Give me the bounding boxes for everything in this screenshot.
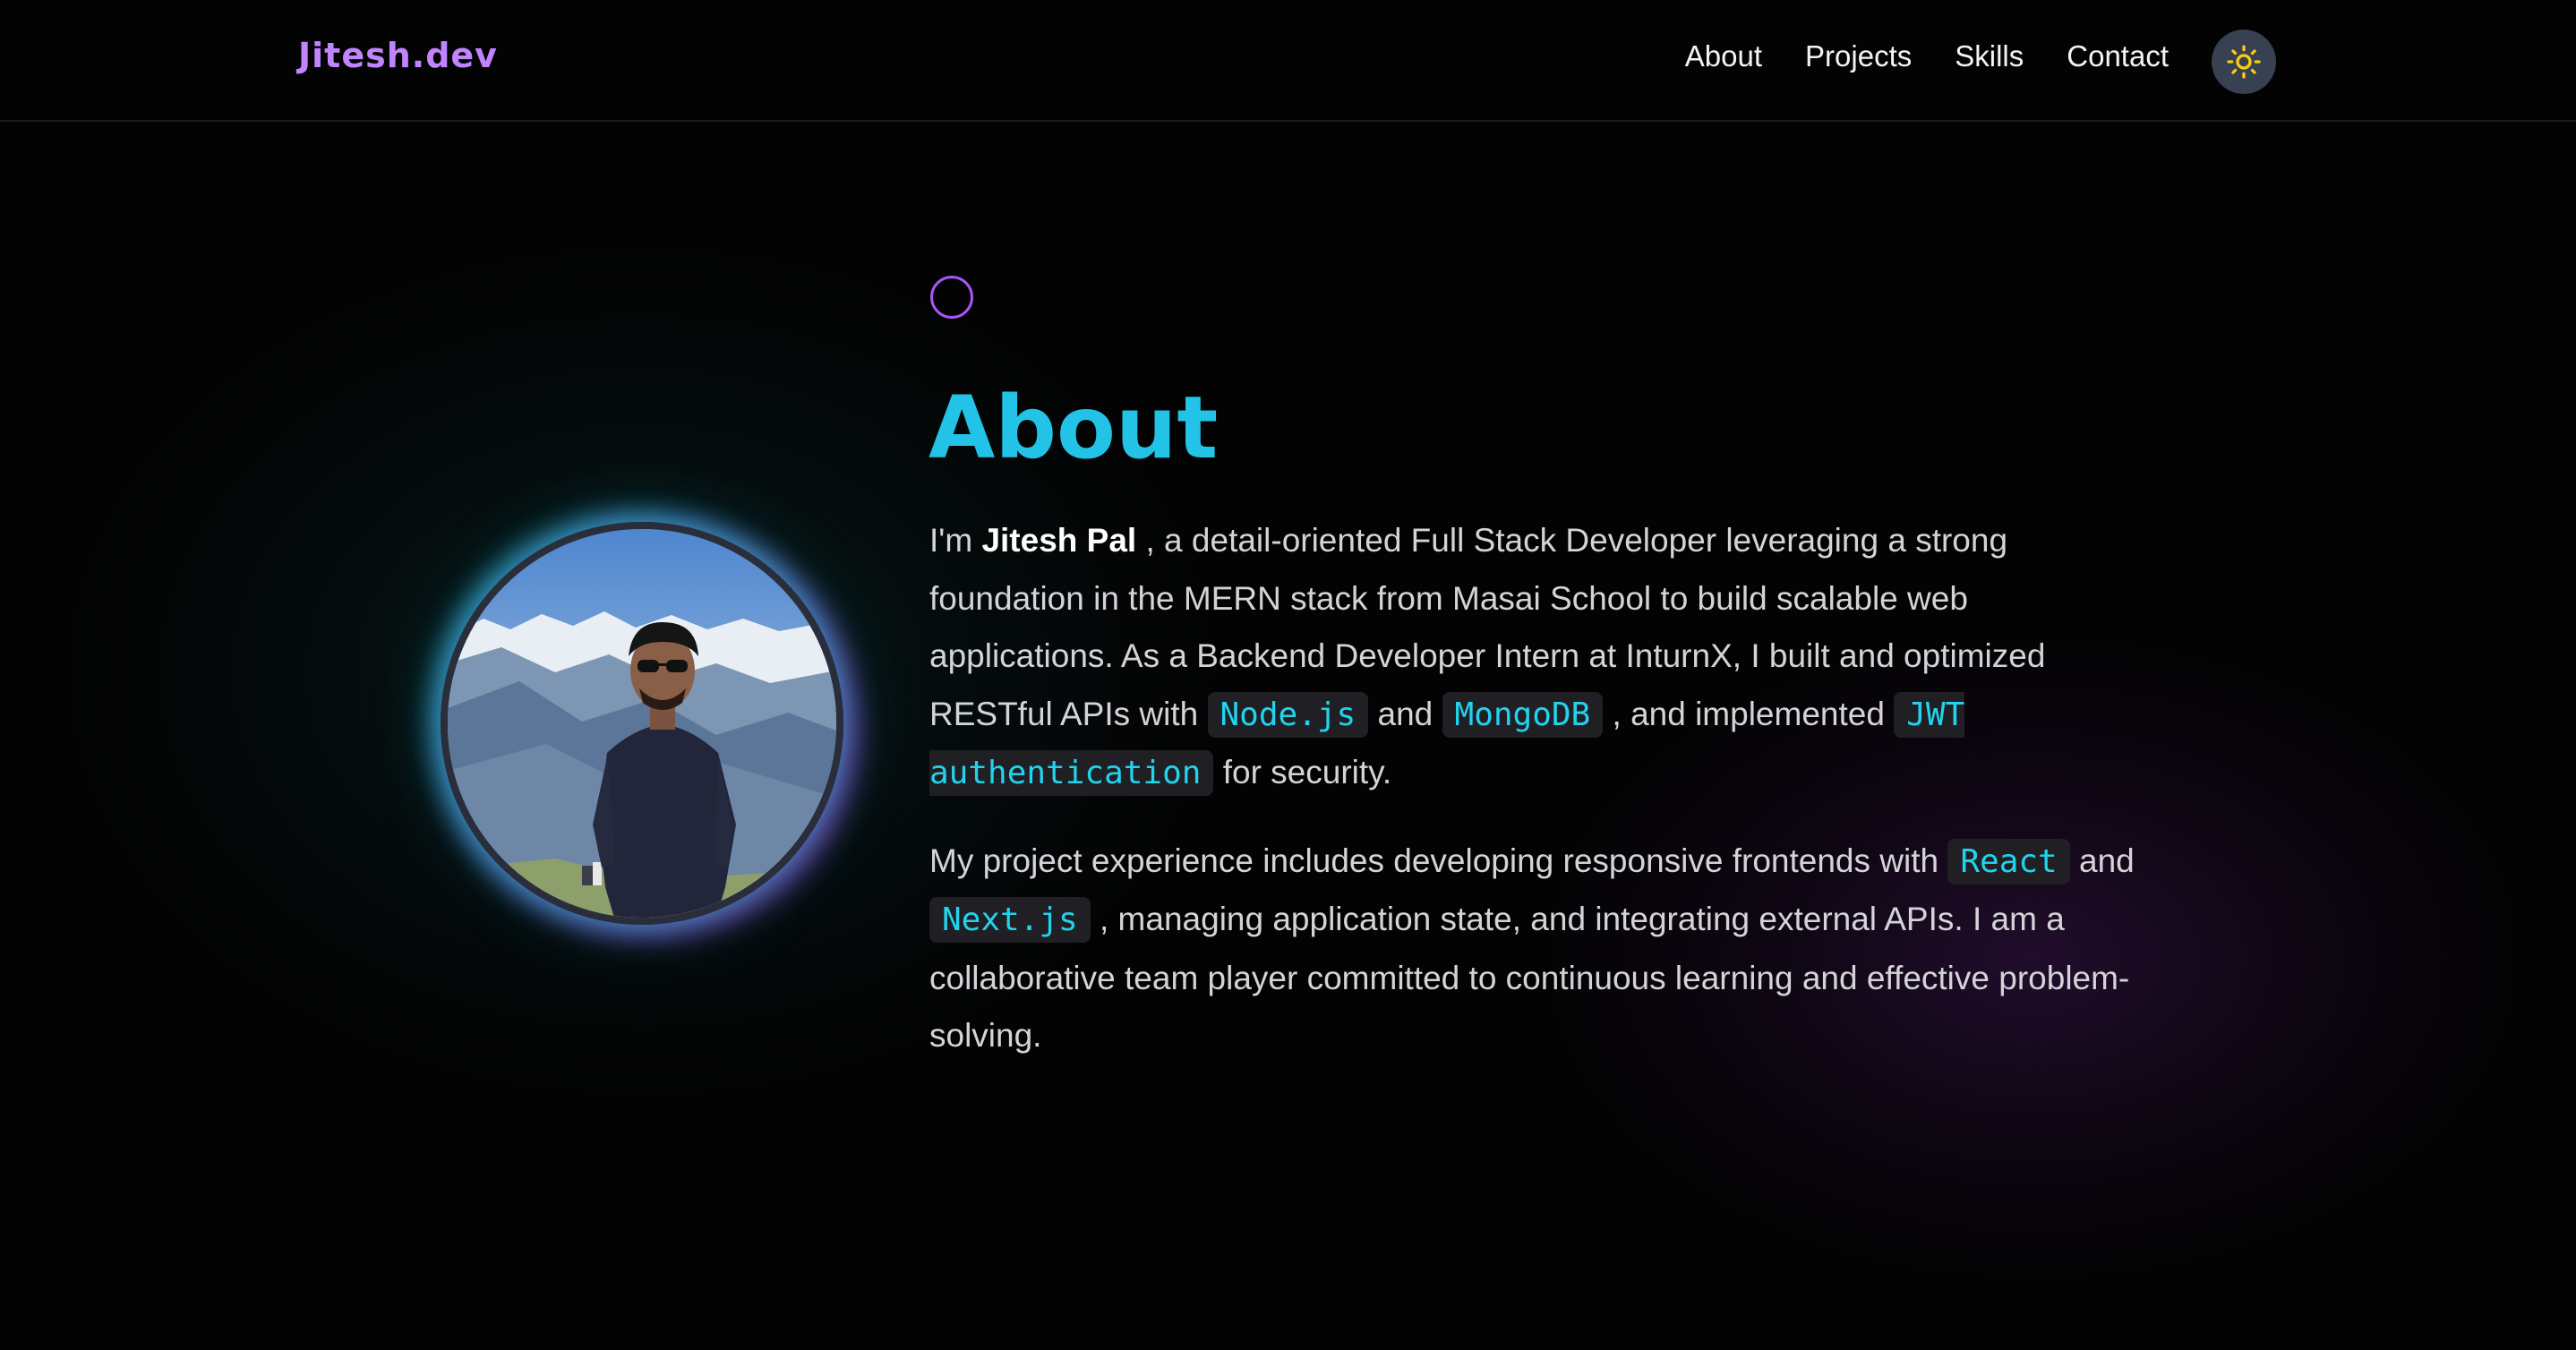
bio-paragraph-2: My project experience includes developin… (929, 833, 2147, 1065)
nav-links: About Projects Skills Contact (1685, 39, 2169, 73)
bio-text: , managing application state, and integr… (929, 901, 2130, 1054)
theme-toggle-button[interactable] (2212, 30, 2276, 94)
bio-text: for security. (1213, 754, 1392, 790)
navbar: Jitesh.dev About Projects Skills Contact (0, 0, 2576, 122)
tech-tag-mongodb: MongoDB (1442, 691, 1604, 738)
profile-avatar-glow (441, 522, 843, 925)
bio-text: and (1368, 695, 1442, 732)
section-title: About (929, 378, 1219, 478)
decorative-circle (930, 276, 973, 319)
bio-text: and (2069, 842, 2135, 879)
profile-photo-illustration (448, 529, 836, 918)
nav-link-contact[interactable]: Contact (2067, 39, 2169, 73)
bio-text: , and implemented (1603, 695, 1895, 732)
tech-tag-nextjs: Next.js (929, 897, 1091, 943)
sun-icon (2227, 45, 2261, 79)
nav-link-skills[interactable]: Skills (1955, 39, 2024, 73)
about-bio: I'm Jitesh Pal , a detail-oriented Full … (929, 512, 2147, 1095)
bio-name: Jitesh Pal (981, 522, 1137, 559)
tech-tag-nodejs: Node.js (1207, 691, 1369, 738)
bio-paragraph-1: I'm Jitesh Pal , a detail-oriented Full … (929, 512, 2147, 803)
bio-text: My project experience includes developin… (929, 842, 1948, 879)
nav-link-about[interactable]: About (1685, 39, 1762, 73)
page: Jitesh.dev About Projects Skills Contact (0, 0, 2576, 1350)
brand-logo[interactable]: Jitesh.dev (298, 36, 498, 75)
nav-link-projects[interactable]: Projects (1805, 39, 1912, 73)
profile-photo (441, 522, 843, 925)
bio-text: I'm (929, 522, 982, 559)
tech-tag-react: React (1947, 838, 2070, 884)
